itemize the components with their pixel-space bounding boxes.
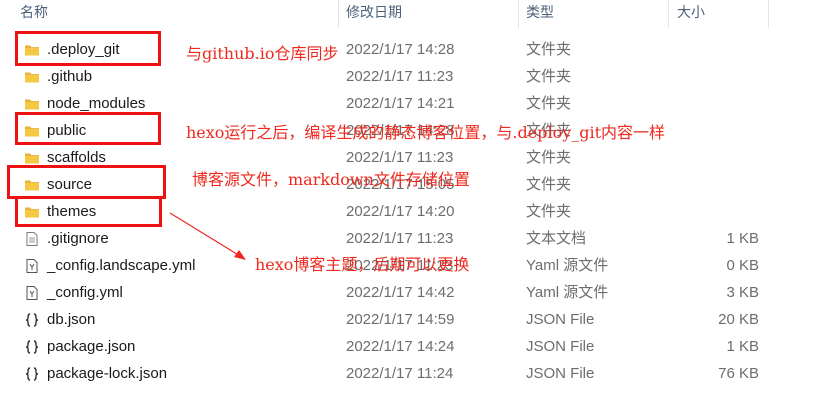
file-type: 文本文档 [526,230,587,247]
file-date: 2022/1/17 14:42 [346,284,455,301]
file-date: 2022/1/17 14:24 [346,338,455,355]
column-divider[interactable] [768,0,769,28]
file-size: 1 KB [726,338,759,355]
folder-icon [24,69,40,85]
column-header-size[interactable]: 大小 [677,0,705,26]
column-divider[interactable] [338,0,339,28]
folder-icon [24,96,40,112]
annotation-deploy-git: 与github.io仓库同步 [186,44,339,63]
file-name: _config.yml [47,284,123,301]
file-type: 文件夹 [526,41,572,58]
file-row[interactable]: db.json 2022/1/17 14:59 JSON File 20 KB [0,306,837,333]
annotation-public: hexo运行之后，编译生成的静态博客位置，与.deploy_git内容一样 [186,123,666,142]
highlight-box-themes [15,196,162,227]
file-type: 文件夹 [526,149,572,166]
file-row[interactable]: _config.yml 2022/1/17 14:42 Yaml 源文件 3 KB [0,279,837,306]
file-row[interactable]: .github 2022/1/17 11:23 文件夹 [0,63,837,90]
json-file-icon [24,339,40,355]
column-divider[interactable] [668,0,669,28]
file-size: 1 KB [726,230,759,247]
file-type: 文件夹 [526,95,572,112]
highlight-box-deploy-git [15,31,161,66]
file-date: 2022/1/17 14:28 [346,41,455,58]
file-size: 20 KB [718,311,759,328]
file-type: 文件夹 [526,203,572,220]
file-name: _config.landscape.yml [47,257,196,274]
file-date: 2022/1/17 11:23 [346,68,454,85]
json-file-icon [24,312,40,328]
file-type: 文件夹 [526,68,572,85]
file-size: 0 KB [726,257,759,274]
file-name: package.json [47,338,136,355]
column-header-bar: 名称 修改日期 类型 大小 [0,0,837,28]
file-type: JSON File [526,311,595,328]
file-type: Yaml 源文件 [526,257,609,274]
column-header-name[interactable]: 名称 [20,0,48,26]
file-name: package-lock.json [47,365,168,382]
yaml-file-icon [24,258,40,274]
column-header-date[interactable]: 修改日期 [346,0,402,26]
file-row[interactable]: .gitignore 2022/1/17 11:23 文本文档 1 KB [0,225,837,252]
file-date: 2022/1/17 14:21 [346,95,455,112]
file-name: db.json [47,311,96,328]
file-type: JSON File [526,365,595,382]
file-name: .github [47,68,93,85]
column-divider[interactable] [518,0,519,28]
file-type: Yaml 源文件 [526,284,609,301]
json-file-icon [24,366,40,382]
file-date: 2022/1/17 14:59 [346,311,455,328]
highlight-box-source [7,165,166,199]
file-size: 3 KB [726,284,759,301]
folder-icon [24,150,40,166]
file-date: 2022/1/17 14:20 [346,203,455,220]
file-name: .gitignore [47,230,109,247]
file-type: 文件夹 [526,176,572,193]
file-row[interactable]: package.json 2022/1/17 14:24 JSON File 1 KB [0,333,837,360]
file-type: JSON File [526,338,595,355]
highlight-box-public [15,112,161,145]
file-size: 76 KB [718,365,759,382]
annotation-themes: hexo博客主题，后期可以更换 [255,255,470,274]
column-header-type[interactable]: 类型 [526,0,554,26]
annotation-source: 博客源文件，markdown文件存储位置 [192,170,470,189]
file-row[interactable]: package-lock.json 2022/1/17 11:24 JSON Fil… [0,360,837,387]
yaml-file-icon [24,285,40,301]
file-date: 2022/1/17 11:23 [346,230,454,247]
text-file-icon [24,231,40,247]
file-date: 2022/1/17 11:24 [346,365,454,382]
